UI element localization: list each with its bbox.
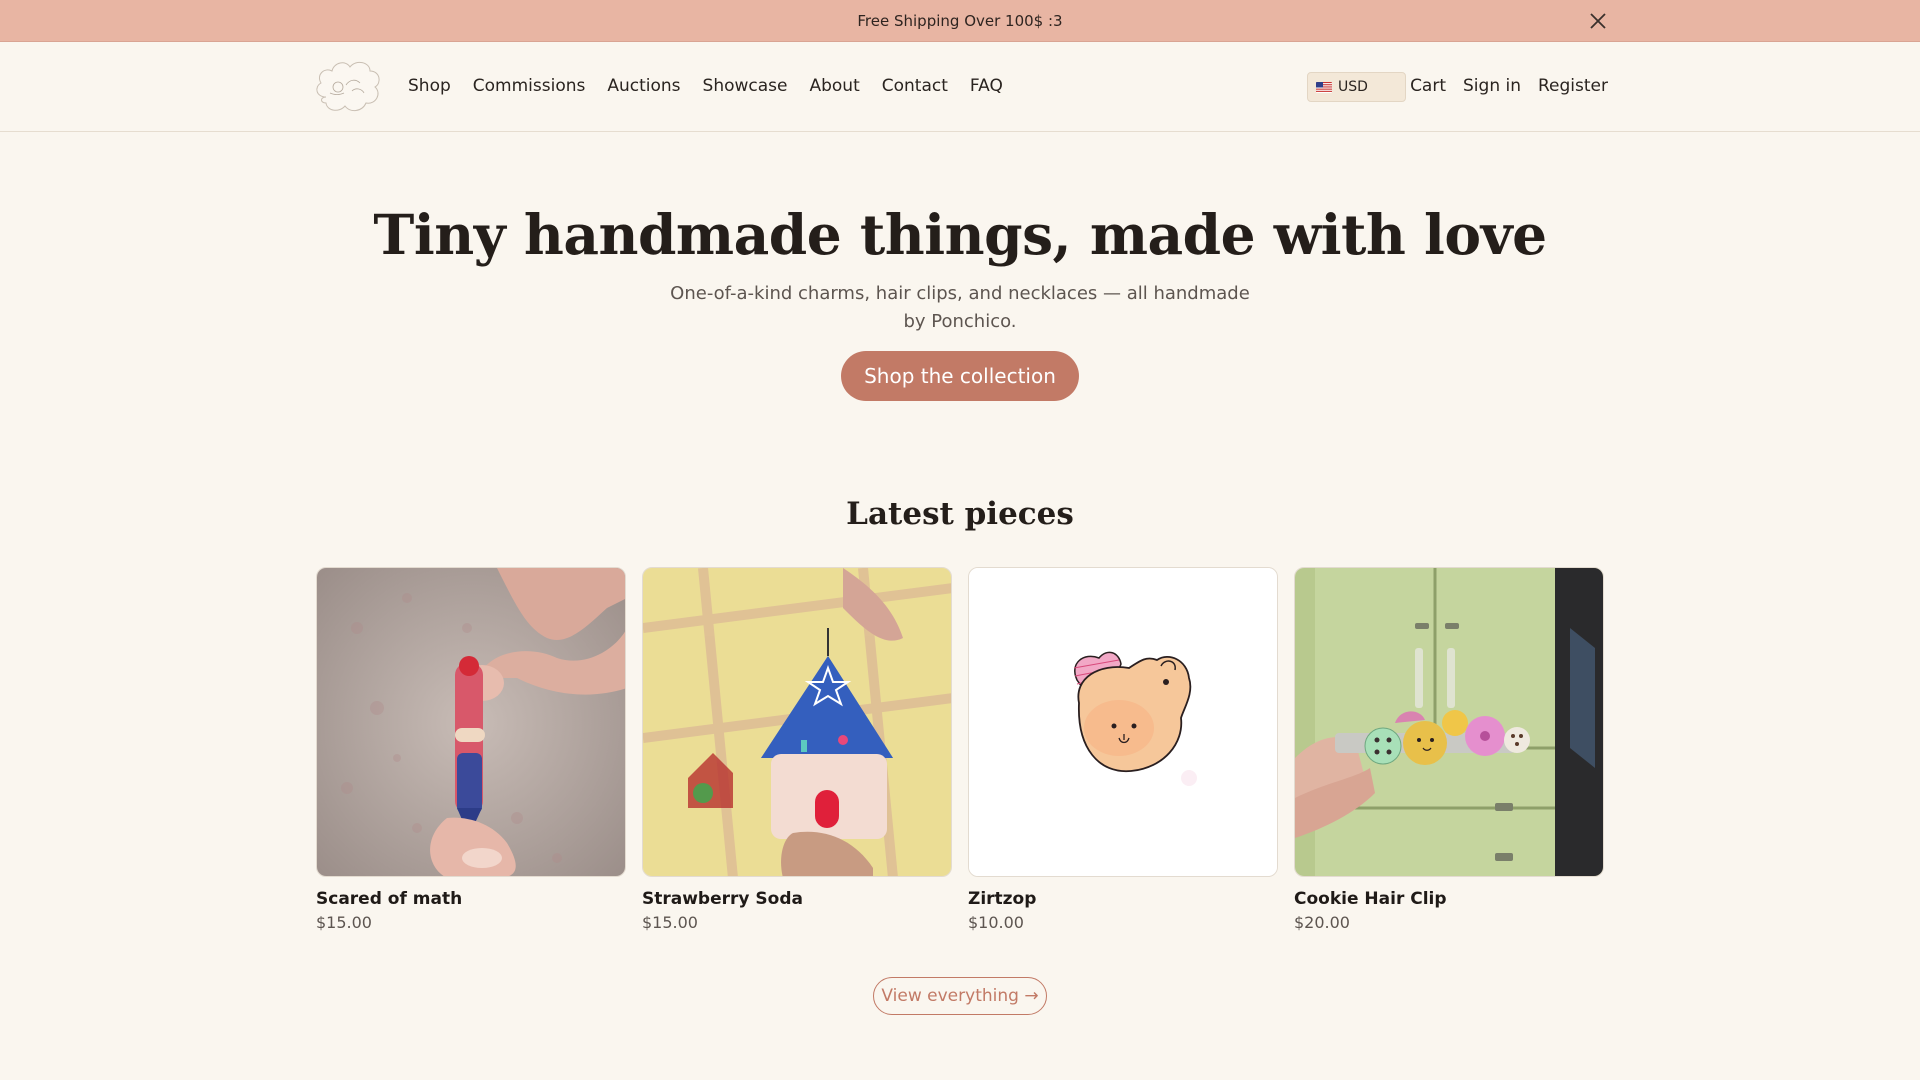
product-price: $10.00: [968, 913, 1024, 932]
product-card[interactable]: Scared of math $15.00: [316, 567, 626, 932]
cookie-clip-photo[interactable]: [1294, 567, 1604, 877]
hero-title: Tiny handmade things, made with love: [373, 202, 1547, 267]
nav-contact[interactable]: Contact: [882, 76, 948, 96]
close-icon[interactable]: [1588, 11, 1608, 31]
announcement-bar: Free Shipping Over 100$ :3: [0, 0, 1920, 42]
product-price: $15.00: [642, 913, 698, 932]
product-name[interactable]: Scared of math: [316, 889, 462, 909]
sign-in-link[interactable]: Sign in: [1463, 76, 1521, 96]
cart-link[interactable]: Cart: [1410, 76, 1446, 96]
nav-about[interactable]: About: [809, 76, 859, 96]
hero-subtitle: One-of-a-kind charms, hair clips, and ne…: [670, 283, 1250, 332]
nav-faq[interactable]: FAQ: [970, 76, 1003, 96]
main-nav: Shop Commissions Auctions Showcase About…: [408, 42, 1025, 130]
bear-drawing-image[interactable]: [968, 567, 1278, 877]
site-header: Shop Commissions Auctions Showcase About…: [0, 42, 1920, 132]
currency-selector[interactable]: USD: [1307, 72, 1406, 102]
nav-shop[interactable]: Shop: [408, 76, 451, 96]
product-price: $15.00: [316, 913, 372, 932]
currency-label: USD: [1338, 79, 1368, 95]
account-links: Cart Sign in Register: [1393, 42, 1608, 130]
product-grid: Scared of math $15.00 Strawberry Soda $1…: [316, 567, 1604, 937]
nav-showcase[interactable]: Showcase: [703, 76, 788, 96]
product-name[interactable]: Zirtzop: [968, 889, 1036, 909]
shop-collection-button[interactable]: Shop the collection: [841, 351, 1079, 401]
product-name[interactable]: Cookie Hair Clip: [1294, 889, 1447, 909]
product-card[interactable]: Cookie Hair Clip $20.00: [1294, 567, 1604, 932]
latest-title: Latest pieces: [846, 496, 1074, 532]
register-link[interactable]: Register: [1538, 76, 1608, 96]
product-card[interactable]: Strawberry Soda $15.00: [642, 567, 952, 932]
product-card[interactable]: Zirtzop $10.00: [968, 567, 1278, 932]
product-name[interactable]: Strawberry Soda: [642, 889, 803, 909]
cloud-logo-icon[interactable]: [312, 57, 384, 115]
announcement-text: Free Shipping Over 100$ :3: [857, 11, 1063, 30]
product-price: $20.00: [1294, 913, 1350, 932]
view-everything-button[interactable]: View everything →: [873, 977, 1047, 1015]
pencil-charm-photo[interactable]: [316, 567, 626, 877]
nav-auctions[interactable]: Auctions: [607, 76, 680, 96]
nav-commissions[interactable]: Commissions: [473, 76, 586, 96]
us-flag-icon: [1316, 81, 1332, 93]
house-charm-photo[interactable]: [642, 567, 952, 877]
